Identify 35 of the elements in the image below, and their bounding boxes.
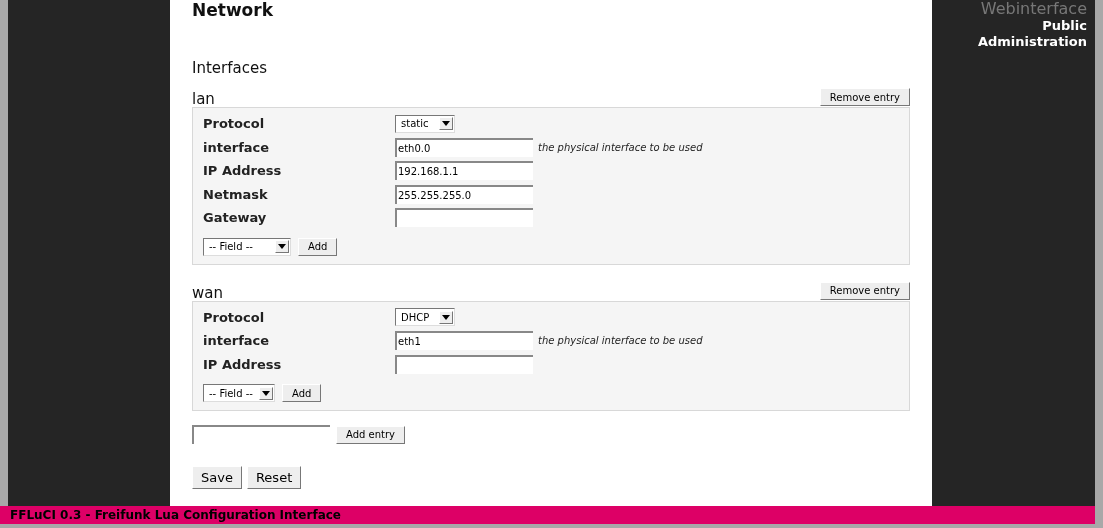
section-name: wan bbox=[192, 285, 223, 301]
field-label: Protocol bbox=[203, 115, 266, 133]
page-title: Network bbox=[192, 0, 274, 22]
field-label: interface bbox=[203, 332, 271, 350]
field-hint: the physical interface to be used bbox=[538, 334, 703, 349]
field-label: Protocol bbox=[203, 308, 266, 327]
reset-button[interactable]: Reset bbox=[246, 466, 302, 489]
field-label: interface bbox=[203, 138, 271, 157]
remove-entry-button[interactable]: Remove entry bbox=[819, 88, 910, 106]
text-field[interactable] bbox=[395, 208, 533, 228]
field-hint: the physical interface to be used bbox=[538, 140, 703, 155]
text-field[interactable]: eth1 bbox=[395, 331, 533, 351]
menu-link[interactable]: Administration bbox=[977, 34, 1087, 50]
field-select[interactable]: -- Field -- bbox=[203, 384, 275, 402]
add-button[interactable]: Add bbox=[282, 384, 322, 402]
protocol-select[interactable]: DHCP bbox=[395, 308, 455, 327]
save-button[interactable]: Save bbox=[192, 466, 242, 489]
add-entry-button[interactable]: Add entry bbox=[336, 425, 405, 444]
field-select[interactable]: -- Field -- bbox=[203, 237, 291, 256]
menu-link[interactable]: Public bbox=[1042, 18, 1087, 34]
text-field[interactable]: 255.255.255.0 bbox=[395, 184, 533, 204]
section-heading: Interfaces bbox=[192, 58, 268, 79]
field-label: Netmask bbox=[203, 185, 269, 204]
text-field[interactable]: 192.168.1.1 bbox=[395, 161, 533, 181]
field-label: IP Address bbox=[203, 355, 283, 374]
text-field[interactable]: eth0.0 bbox=[395, 137, 533, 157]
add-button[interactable]: Add bbox=[298, 237, 338, 256]
footer-bar: FFLuCI 0.3 - Freifunk Lua Configuration Interface bbox=[0, 506, 1095, 524]
field-label: IP Address bbox=[203, 162, 283, 180]
remove-entry-button[interactable]: Remove entry bbox=[819, 281, 910, 300]
protocol-select[interactable]: static bbox=[395, 114, 455, 133]
field-label: Gateway bbox=[203, 209, 268, 227]
menu-heading: Webinterface bbox=[980, 0, 1087, 18]
text-field[interactable] bbox=[395, 354, 533, 374]
section-name: lan bbox=[192, 92, 215, 107]
